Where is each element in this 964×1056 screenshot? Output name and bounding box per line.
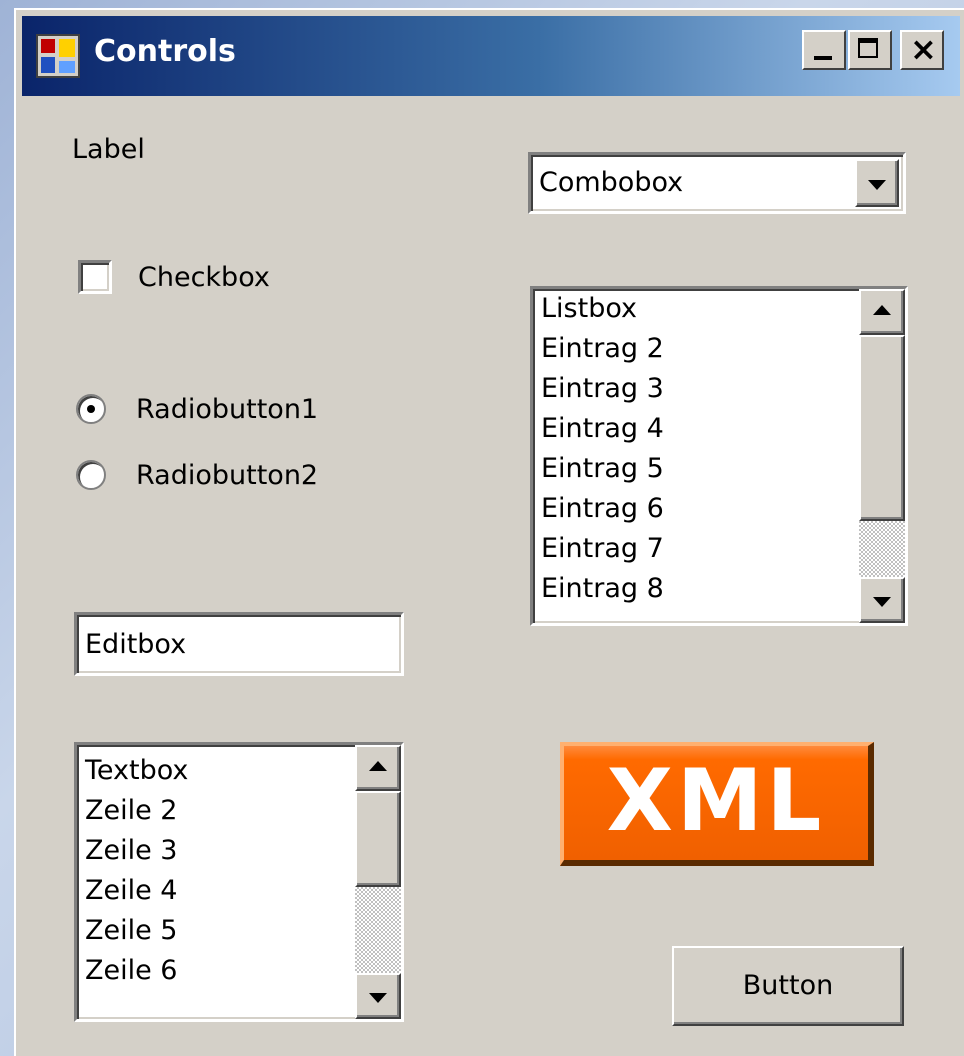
radiobutton-1-label[interactable]: Radiobutton1 bbox=[136, 394, 318, 425]
listbox-scrollbar[interactable] bbox=[859, 289, 905, 623]
checkbox-label[interactable]: Checkbox bbox=[138, 262, 270, 293]
editbox[interactable]: Editbox bbox=[74, 612, 404, 676]
chevron-down-icon bbox=[369, 993, 387, 1003]
scroll-up-button[interactable] bbox=[859, 289, 905, 335]
combobox[interactable]: Combobox bbox=[528, 152, 906, 214]
xml-logo-text: XML bbox=[606, 751, 826, 851]
chevron-up-icon bbox=[873, 305, 891, 315]
scroll-up-button[interactable] bbox=[355, 745, 401, 791]
chevron-up-icon bbox=[369, 761, 387, 771]
scroll-thumb[interactable] bbox=[355, 791, 401, 887]
radiobutton-1[interactable] bbox=[76, 394, 106, 424]
list-item[interactable]: Listbox bbox=[541, 289, 664, 329]
combobox-dropdown-button[interactable] bbox=[855, 159, 899, 207]
button-label: Button bbox=[742, 970, 834, 1001]
list-item[interactable]: Eintrag 5 bbox=[541, 449, 664, 489]
list-item[interactable]: Eintrag 8 bbox=[541, 569, 664, 609]
xml-logo: XML bbox=[560, 742, 874, 866]
text-line: Zeile 5 bbox=[85, 915, 178, 946]
scroll-down-button[interactable] bbox=[859, 577, 905, 623]
app-icon bbox=[36, 34, 80, 78]
text-line: Zeile 3 bbox=[85, 835, 178, 866]
radio-selected-dot bbox=[87, 405, 95, 413]
text-line: Textbox bbox=[85, 755, 189, 786]
text-line: Zeile 6 bbox=[85, 955, 178, 986]
textbox-scrollbar[interactable] bbox=[355, 745, 401, 1019]
close-button[interactable]: × bbox=[900, 30, 944, 70]
checkbox[interactable] bbox=[78, 260, 112, 294]
listbox-items: Listbox Eintrag 2 Eintrag 3 Eintrag 4 Ei… bbox=[541, 289, 664, 609]
static-label: Label bbox=[72, 134, 145, 165]
push-button[interactable]: Button bbox=[672, 946, 904, 1026]
scroll-thumb[interactable] bbox=[859, 335, 905, 521]
close-icon: × bbox=[910, 30, 937, 68]
minimize-icon[interactable] bbox=[802, 30, 846, 70]
radiobutton-2[interactable] bbox=[76, 460, 106, 490]
window-title: Controls bbox=[94, 34, 236, 69]
list-item[interactable]: Eintrag 3 bbox=[541, 369, 664, 409]
chevron-down-icon bbox=[873, 597, 891, 607]
editbox-value: Editbox bbox=[85, 629, 187, 660]
text-line: Zeile 2 bbox=[85, 795, 178, 826]
chevron-down-icon bbox=[868, 180, 886, 190]
title-bar[interactable]: Controls × bbox=[22, 16, 960, 96]
maximize-icon[interactable] bbox=[848, 30, 892, 70]
combobox-value: Combobox bbox=[539, 167, 684, 198]
textbox[interactable]: Textbox Zeile 2 Zeile 3 Zeile 4 Zeile 5 … bbox=[74, 742, 404, 1022]
controls-window: Controls × Label Checkbox Radiobutton1 R… bbox=[14, 8, 964, 1056]
scroll-down-button[interactable] bbox=[355, 973, 401, 1019]
listbox[interactable]: Listbox Eintrag 2 Eintrag 3 Eintrag 4 Ei… bbox=[530, 286, 908, 626]
textbox-lines: Textbox Zeile 2 Zeile 3 Zeile 4 Zeile 5 … bbox=[85, 751, 188, 991]
radiobutton-2-label[interactable]: Radiobutton2 bbox=[136, 460, 318, 491]
list-item[interactable]: Eintrag 6 bbox=[541, 489, 664, 529]
list-item[interactable]: Eintrag 2 bbox=[541, 329, 664, 369]
list-item[interactable]: Eintrag 7 bbox=[541, 529, 664, 569]
list-item[interactable]: Eintrag 4 bbox=[541, 409, 664, 449]
text-line: Zeile 4 bbox=[85, 875, 178, 906]
